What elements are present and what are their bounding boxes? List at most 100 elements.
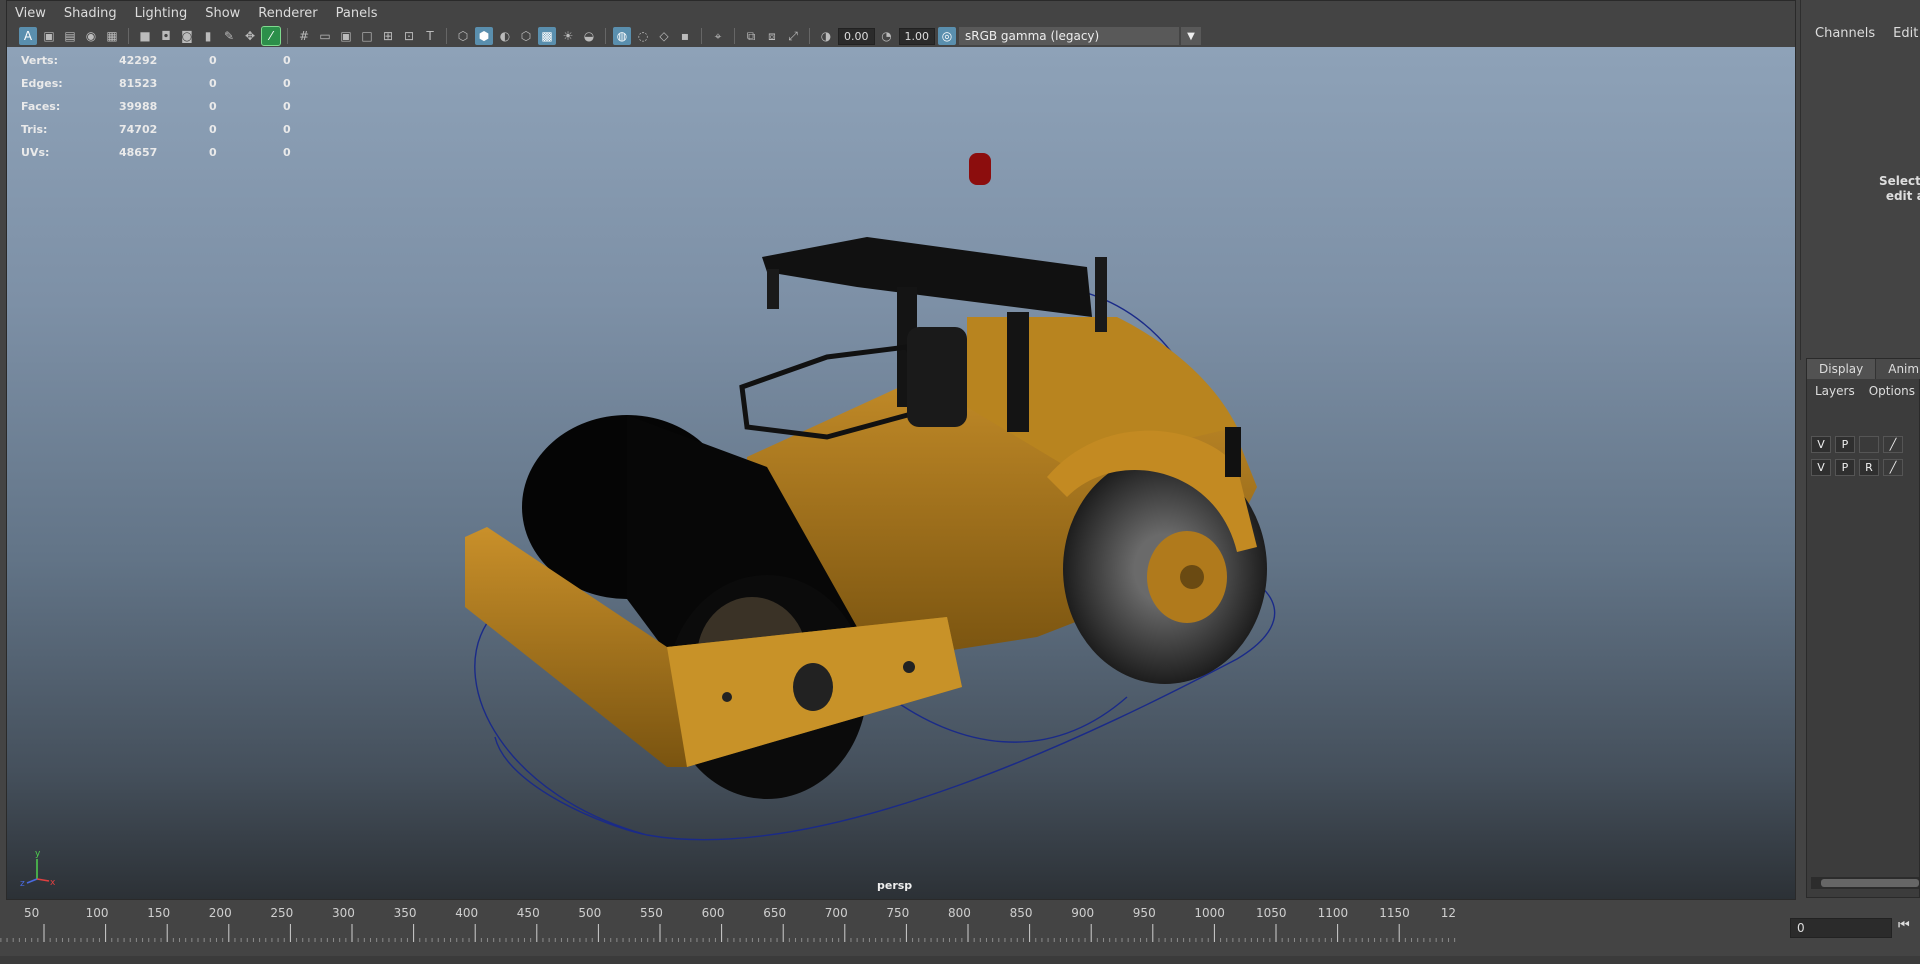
edit-menu[interactable]: Edit <box>1893 26 1918 41</box>
resolution-gate-icon[interactable]: ▣ <box>337 27 355 45</box>
paint-tool-icon[interactable]: ⁄ <box>261 26 281 46</box>
gamma-icon[interactable]: ◔ <box>878 27 896 45</box>
default-material-icon[interactable]: ◐ <box>496 27 514 45</box>
options-menu[interactable]: Options <box>1869 384 1915 398</box>
wireframe-on-shaded-icon[interactable]: ⬡ <box>517 27 535 45</box>
display-type-toggle[interactable]: R <box>1859 459 1879 476</box>
gate-mask-icon[interactable]: □ <box>358 27 376 45</box>
safe-title-icon[interactable]: T <box>421 27 439 45</box>
colorspace-dropdown[interactable]: sRGB gamma (legacy) ▼ <box>959 27 1201 45</box>
time-tick-label: 100 <box>85 906 109 920</box>
tab-display[interactable]: Display <box>1807 359 1877 379</box>
current-frame-field[interactable]: 0 <box>1790 918 1892 938</box>
film-gate-icon[interactable]: ◙ <box>178 27 196 45</box>
playback-toggle[interactable]: P <box>1835 459 1855 476</box>
visibility-toggle[interactable]: V <box>1811 459 1831 476</box>
operator-seat <box>907 327 967 427</box>
exhaust-pipe <box>1095 257 1107 332</box>
menu-show[interactable]: Show <box>205 6 240 21</box>
hitch-ring <box>793 663 833 711</box>
time-tick-label: 1000 <box>1194 906 1225 920</box>
visibility-toggle[interactable]: V <box>1811 436 1831 453</box>
channels-menu[interactable]: Channels <box>1815 26 1875 41</box>
smooth-shade-icon[interactable]: ⬢ <box>475 27 493 45</box>
exposure-field[interactable]: 0.00 <box>838 27 875 45</box>
layer-row[interactable]: V P ╱ <box>1811 436 1903 453</box>
hud-value: 0 <box>283 123 291 136</box>
xray-icon[interactable]: ▩ <box>538 27 556 45</box>
layer-editor-tabs: Display Anim <box>1807 359 1920 379</box>
time-tick-label: 1100 <box>1317 906 1349 920</box>
safe-action-icon[interactable]: ⊡ <box>400 27 418 45</box>
color-management-icon[interactable]: ◎ <box>938 27 956 45</box>
image-plane-icon[interactable]: ◉ <box>82 27 100 45</box>
xray-joints-icon[interactable]: ⧉ <box>742 27 760 45</box>
exposure-icon[interactable]: ◑ <box>817 27 835 45</box>
menu-panels[interactable]: Panels <box>336 6 378 21</box>
move-gizmo-icon[interactable]: ✥ <box>241 27 259 45</box>
isolate-select-icon[interactable]: ⌖ <box>709 27 727 45</box>
menu-shading[interactable]: Shading <box>64 6 117 21</box>
panel-menubar: View Shading Lighting Show Renderer Pane… <box>7 1 1795 25</box>
time-tick-label: 1150 <box>1379 906 1410 920</box>
motion-blur-icon[interactable]: ◌ <box>634 27 652 45</box>
use-all-lights-icon[interactable]: ☀ <box>559 27 577 45</box>
hud-row-edges: Edges: 81523 0 0 <box>21 72 313 95</box>
go-to-start-icon[interactable]: ⏮ <box>1898 918 1910 933</box>
layer-editor-panel: Display Anim Layers Options V P ╱ V P R … <box>1806 358 1920 898</box>
tab-anim[interactable]: Anim <box>1876 359 1920 379</box>
2d-pan-zoom-icon[interactable]: ▦ <box>103 27 121 45</box>
time-tick-label: 700 <box>824 906 848 920</box>
camera-icon[interactable]: ■ <box>136 27 154 45</box>
3d-viewport[interactable]: Verts: 42292 0 0 Edges: 81523 0 0 Faces:… <box>7 47 1795 899</box>
hud-value: 0 <box>209 54 217 67</box>
chevron-down-icon[interactable]: ▼ <box>1181 27 1201 45</box>
wireframe-icon[interactable]: ⬡ <box>454 27 472 45</box>
toolbar-divider <box>128 28 129 44</box>
layer-editor-scrollbar[interactable] <box>1811 877 1919 889</box>
menu-view[interactable]: View <box>15 6 46 21</box>
grease-pencil-icon[interactable]: ✎ <box>220 27 238 45</box>
frame-selection-icon[interactable]: ⤢ <box>784 27 802 45</box>
time-tick-label: 350 <box>393 906 417 920</box>
layer-color-swatch[interactable]: ╱ <box>1883 436 1903 453</box>
bookmarks-icon[interactable]: ▤ <box>61 27 79 45</box>
camera-lock-icon[interactable]: ◘ <box>157 27 175 45</box>
menu-renderer[interactable]: Renderer <box>258 6 317 21</box>
menu-lighting[interactable]: Lighting <box>135 6 188 21</box>
display-type-toggle[interactable] <box>1859 436 1879 453</box>
hud-label: UVs: <box>21 146 50 159</box>
time-tick-label: 200 <box>208 906 232 920</box>
time-tick-label: 900 <box>1071 906 1095 920</box>
mirror-bracket <box>767 269 779 309</box>
playback-toggle[interactable]: P <box>1835 436 1855 453</box>
anti-aliasing-icon[interactable]: ◇ <box>655 27 673 45</box>
shadows-icon[interactable]: ◒ <box>580 27 598 45</box>
time-tick-label: 850 <box>1009 906 1033 920</box>
hud-value: 39988 <box>119 100 158 113</box>
time-slider[interactable]: 50 100 150 200 250 300 350 400 450 500 550 600 650 70… <box>0 904 1782 944</box>
select-camera-icon[interactable]: A <box>19 27 37 45</box>
depth-of-field-icon[interactable]: ▪ <box>676 27 694 45</box>
time-tick-label: 950 <box>1132 906 1156 920</box>
scrollbar-thumb[interactable] <box>1821 879 1919 887</box>
time-tick-label: 300 <box>332 906 355 920</box>
hud-value: 81523 <box>119 77 158 90</box>
layers-menu[interactable]: Layers <box>1815 384 1855 398</box>
toolbar-divider <box>734 28 735 44</box>
channel-box-panel: Channels Edit Select object edit and set <box>1800 0 1920 360</box>
layer-row[interactable]: V P R ╱ <box>1811 459 1903 476</box>
grid-icon[interactable]: # <box>295 27 313 45</box>
field-chart-icon[interactable]: ⊞ <box>379 27 397 45</box>
xray-active-icon[interactable]: ⧈ <box>763 27 781 45</box>
layer-color-swatch[interactable]: ╱ <box>1883 459 1903 476</box>
film-gate-toggle-icon[interactable]: ▭ <box>316 27 334 45</box>
screen-space-ao-icon[interactable]: ◍ <box>613 27 631 45</box>
camera-attributes-icon[interactable]: ▣ <box>40 27 58 45</box>
axis-gizmo-icon: y x z <box>20 849 56 887</box>
bookmark-icon[interactable]: ▮ <box>199 27 217 45</box>
gamma-field[interactable]: 1.00 <box>898 27 935 45</box>
axis-z-label: z <box>20 879 25 887</box>
range-slider[interactable] <box>0 956 1920 964</box>
time-tick-label: 400 <box>455 906 479 920</box>
